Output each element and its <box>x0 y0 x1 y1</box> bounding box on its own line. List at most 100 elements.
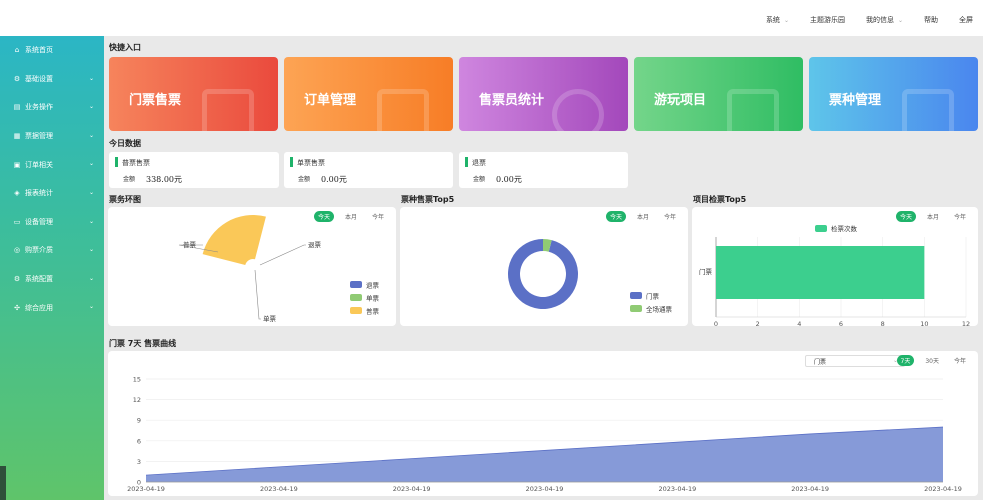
sidebar-item[interactable]: ◎ 购票介质 ⌄ <box>0 236 104 265</box>
ticket-ring-chart: 退票普票单票退票单票普票 <box>178 215 380 323</box>
topnav-item[interactable]: 帮助 <box>924 15 938 25</box>
sales-curve-panel: 门票 ⌄ 7天 30天 今年 0 3 6 9 12 15 2023-04-19 2023-04… <box>108 351 978 496</box>
label-leader-line <box>259 244 306 266</box>
topnav-item[interactable]: 系统 ⌄ <box>766 15 789 25</box>
sidebar-item[interactable]: ▦ 票据管理 ⌄ <box>0 122 104 151</box>
chevron-down-icon: ⌄ <box>88 188 94 196</box>
y-category-label: 门票 <box>699 267 713 276</box>
chevron-down-icon: ⌄ <box>88 103 94 111</box>
sidebar-item-label: 购票介质 <box>25 246 53 255</box>
ticket-type-chart: 门票全场通票 <box>508 239 673 314</box>
x-tick-label: 12 <box>962 320 970 326</box>
today-card-value: 338.00元 <box>146 175 182 184</box>
x-tick-label: 2023-04-19 <box>924 485 962 493</box>
y-tick-label: 6 <box>137 437 141 445</box>
sidebar-item[interactable]: ⌂ 系统首页 <box>0 36 104 65</box>
today-card: 普票售票 金额 338.00元 <box>109 152 279 188</box>
quick-card[interactable]: 售票员统计 <box>459 57 628 131</box>
chevron-down-icon: ⌄ <box>783 16 789 24</box>
chevron-down-icon: ⌄ <box>897 16 903 24</box>
sidebar-item-label: 系统配置 <box>25 275 53 284</box>
sidebar-item-label: 订单相关 <box>25 160 53 169</box>
x-tick-label: 2 <box>756 320 760 326</box>
sidebar-item-label: 设备管理 <box>25 217 53 226</box>
label-leader-line <box>254 269 261 320</box>
topnav-item[interactable]: 我的信息 ⌄ <box>866 15 903 25</box>
chevron-down-icon: ⌄ <box>88 160 94 168</box>
legend-item[interactable]: 检票次数 <box>815 224 858 233</box>
today-card-key: 金额 <box>298 176 311 183</box>
sidebar-item-label: 基础设置 <box>25 74 53 83</box>
quick-card[interactable]: 订单管理 <box>284 57 453 131</box>
legend-swatch <box>630 292 642 299</box>
quick-card[interactable]: 门票售票 <box>109 57 278 131</box>
quick-card-label: 票种管理 <box>829 93 882 108</box>
top-bar: 系统 ⌄ 主题游乐园 我的信息 ⌄ 帮助 全屏 <box>0 0 983 36</box>
sidebar-item[interactable]: ⚙ 系统配置 ⌄ <box>0 265 104 294</box>
today-card-value: 0.00元 <box>321 175 347 184</box>
x-tick-label: 2023-04-19 <box>260 485 298 493</box>
today-card-value: 0.00元 <box>496 175 522 184</box>
today-card: 单票售票金额 0.00元 <box>284 152 453 188</box>
settings-icon: ⚙ <box>13 275 21 284</box>
legend-item[interactable]: 单票 <box>350 294 380 303</box>
pie-slice[interactable] <box>202 215 266 266</box>
gear-icon: ⚙ <box>13 74 21 83</box>
y-tick-label: 3 <box>137 458 141 466</box>
legend-item[interactable]: 退票 <box>350 281 380 290</box>
legend-item[interactable]: 普票 <box>350 307 380 316</box>
ticket-icon: ▦ <box>13 132 21 141</box>
area-fill <box>146 427 943 482</box>
legend-item[interactable]: 门票 <box>630 292 660 301</box>
sidebar-item-label: 票据管理 <box>25 132 53 141</box>
chevron-down-icon: ⌄ <box>88 303 94 311</box>
sales-curve-chart: 036912152023-04-19 2023-04-19 2023-04-19 20… <box>127 376 962 494</box>
today-card-title: 单票售票 <box>297 159 325 167</box>
today-card-key: 金额 <box>123 176 136 183</box>
accent-bar <box>290 157 293 167</box>
sidebar: ⌂ 系统首页 ⚙ 基础设置 ⌄ ▤ 业务操作 ⌄ ▦ 票据管理 ⌄ ▣ 订单相关 ⌄ ◈ 报表统计 ⌄ ▭ 设备管理… <box>0 36 104 500</box>
quick-card-label: 售票员统计 <box>479 93 545 108</box>
topnav-label: 帮助 <box>924 16 938 24</box>
sidebar-item-label: 系统首页 <box>25 46 53 55</box>
card-watermark-icon <box>902 89 954 131</box>
x-tick-label: 6 <box>839 320 843 326</box>
card-watermark-icon <box>377 89 429 131</box>
slice-label: 单票 <box>263 314 277 323</box>
bar[interactable] <box>716 246 925 299</box>
card-watermark-icon <box>727 89 779 131</box>
chevron-down-icon: ⌄ <box>88 274 94 282</box>
y-tick-label: 15 <box>133 376 141 384</box>
topnav-label: 全屏 <box>959 16 973 24</box>
card-watermark-icon <box>552 89 604 131</box>
x-tick-label: 2023-04-19 <box>526 485 564 493</box>
y-tick-label: 9 <box>137 417 141 425</box>
topnav-label: 我的信息 <box>865 16 894 24</box>
accent-bar <box>465 157 468 167</box>
x-tick-label: 8 <box>881 320 885 326</box>
card-watermark-icon <box>202 89 254 131</box>
sidebar-item[interactable]: ⚙ 基础设置 ⌄ <box>0 65 104 94</box>
x-tick-label: 4 <box>797 320 801 326</box>
legend-item[interactable]: 全场通票 <box>630 305 673 314</box>
slice-label: 普票 <box>183 240 197 249</box>
sidebar-item[interactable]: ▤ 业务操作 ⌄ <box>0 93 104 122</box>
today-card-title: 退票 <box>472 159 486 167</box>
apps-icon: ✣ <box>14 303 20 312</box>
quick-card[interactable]: 游玩项目 <box>634 57 803 131</box>
sidebar-item[interactable]: ✣ 综合应用 ⌄ <box>0 293 104 322</box>
sidebar-item[interactable]: ▣ 订单相关 ⌄ <box>0 150 104 179</box>
sidebar-item[interactable]: ◈ 报表统计 ⌄ <box>0 179 104 208</box>
legend-swatch <box>630 305 642 312</box>
topnav-item[interactable]: 全屏 <box>959 15 973 25</box>
sidebar-item[interactable]: ▭ 设备管理 ⌄ <box>0 208 104 237</box>
today-card-key: 金额 <box>473 176 486 183</box>
quick-card[interactable]: 票种管理 <box>809 57 978 131</box>
project-check-chart: 0 2 4 6 8 10 12 门票 检票次数 <box>699 224 970 326</box>
sidebar-resize-handle[interactable] <box>0 466 6 500</box>
chevron-down-icon: ⌄ <box>88 131 94 139</box>
order-icon: ▣ <box>13 160 21 169</box>
ticket-type-panel: 今天 本月 今年 门票 全场通票 <box>400 207 688 326</box>
x-tick-label: 2023-04-19 <box>393 485 431 493</box>
topnav-item[interactable]: 主题游乐园 <box>810 15 845 25</box>
